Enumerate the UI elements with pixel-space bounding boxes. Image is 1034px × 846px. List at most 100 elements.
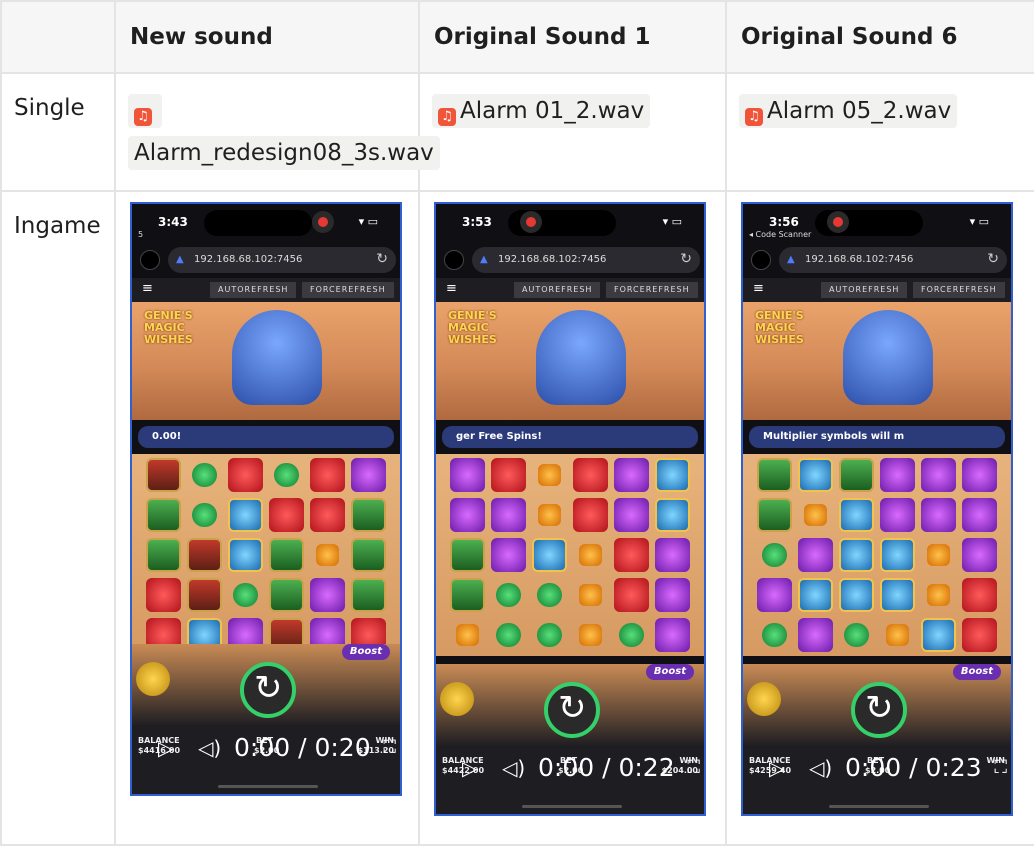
- fullscreen-icon[interactable]: ⛶: [383, 728, 396, 768]
- volume-icon[interactable]: ◁): [198, 728, 221, 768]
- reel-symbol: [579, 624, 602, 646]
- volume-icon[interactable]: ◁): [809, 748, 832, 788]
- forcerefresh-button[interactable]: FORCEREFRESH: [913, 282, 1005, 298]
- fullscreen-icon[interactable]: ⛶: [994, 748, 1007, 788]
- reel-symbol: [962, 618, 997, 652]
- reel-symbol: [573, 498, 608, 532]
- coin-icon: [440, 682, 474, 716]
- reel-symbol: [880, 578, 915, 612]
- reel-symbol: [351, 498, 386, 532]
- play-icon[interactable]: ▷: [769, 748, 784, 788]
- reel-symbol: [655, 458, 690, 492]
- reel-symbol: [927, 584, 950, 606]
- reload-icon[interactable]: ↻: [987, 251, 999, 267]
- reel-symbol: [573, 458, 608, 492]
- boost-button[interactable]: Boost: [341, 644, 390, 660]
- video-player[interactable]: 3:43 5 ▾ ▭ 192.168.68.102:7456↻ ≡ AUTOREFRESH…: [130, 202, 402, 796]
- reel-symbol: [269, 538, 304, 572]
- reel-symbol: [880, 538, 915, 572]
- reel-symbol: [579, 584, 602, 606]
- reel-symbol: [962, 538, 997, 572]
- spin-button[interactable]: [851, 682, 907, 738]
- reel-symbol: [619, 623, 644, 647]
- url-field[interactable]: 192.168.68.102:7456: [779, 247, 1007, 273]
- record-icon: [827, 211, 849, 233]
- reel-symbol: [269, 498, 304, 532]
- reel-symbol: [538, 504, 561, 526]
- wifi-battery-icon: ▾ ▭: [969, 215, 989, 228]
- video-player[interactable]: 3:56◂ Code Scanner ▾ ▭ 192.168.68.102:7456…: [741, 202, 1013, 816]
- coin-icon: [136, 662, 170, 696]
- fullscreen-icon[interactable]: ⛶: [687, 748, 700, 788]
- game-logo: GENIE'S MAGIC WISHES: [755, 309, 804, 346]
- back-button[interactable]: [140, 250, 160, 270]
- reel-symbol: [757, 578, 792, 612]
- status-extra: 5: [138, 230, 144, 239]
- reel-symbol: [798, 618, 833, 652]
- forcerefresh-button[interactable]: FORCEREFRESH: [606, 282, 698, 298]
- audio-file-name: Alarm 01_2.wav: [460, 98, 645, 124]
- audio-file-name: Alarm_redesign08_3s.wav: [134, 140, 434, 166]
- reel-symbol: [844, 623, 869, 647]
- status-bar: 3:43 5 ▾ ▭: [132, 204, 400, 244]
- reel-symbol: [351, 578, 386, 612]
- hamburger-menu-icon[interactable]: ≡: [446, 281, 457, 296]
- boost-button[interactable]: Boost: [645, 664, 694, 680]
- audio-file-icon: ♫: [134, 108, 152, 126]
- back-button[interactable]: [444, 250, 464, 270]
- reel-symbol: [316, 544, 339, 566]
- forcerefresh-button[interactable]: FORCEREFRESH: [302, 282, 394, 298]
- reel-symbol: [491, 498, 526, 532]
- reel-symbol: [921, 618, 956, 652]
- url-field[interactable]: 192.168.68.102:7456: [472, 247, 700, 273]
- reel-symbol: [310, 458, 345, 492]
- video-player[interactable]: 3:53 ▾ ▭ 192.168.68.102:7456↻ ≡ AUTOREFRESH F…: [434, 202, 706, 816]
- slot-reels: [132, 454, 400, 656]
- slot-reels: [436, 454, 704, 656]
- game-toolbar: ≡ AUTOREFRESH FORCEREFRESH: [132, 278, 400, 302]
- reel-symbol: [146, 498, 181, 532]
- message-ticker: Multiplier symbols will m: [749, 426, 1005, 448]
- home-indicator: [218, 785, 318, 788]
- comparison-table: New sound Original Sound 1 Original Soun…: [0, 0, 1034, 846]
- reel-symbol: [450, 458, 485, 492]
- audio-file-name: Alarm 05_2.wav: [767, 98, 952, 124]
- header-empty: [0, 0, 116, 74]
- audio-file-link[interactable]: ♫ Alarm 05_2.wav: [739, 94, 958, 128]
- video-time: 0:00 / 0:20: [234, 733, 371, 762]
- genie-image: [843, 310, 933, 405]
- reel-symbol: [921, 498, 956, 532]
- autorefresh-button[interactable]: AUTOREFRESH: [210, 282, 297, 298]
- play-icon[interactable]: ▷: [158, 728, 173, 768]
- game-logo: GENIE'S MAGIC WISHES: [448, 309, 497, 346]
- spin-button[interactable]: [240, 662, 296, 718]
- reel-symbol: [491, 458, 526, 492]
- audio-file-link[interactable]: ♫ Alarm_redesign08_3s.wav: [128, 94, 440, 170]
- hamburger-menu-icon[interactable]: ≡: [753, 281, 764, 296]
- spin-button[interactable]: [544, 682, 600, 738]
- autorefresh-button[interactable]: AUTOREFRESH: [514, 282, 601, 298]
- volume-icon[interactable]: ◁): [502, 748, 525, 788]
- reload-icon[interactable]: ↻: [680, 251, 692, 267]
- audio-file-link[interactable]: ♫ Alarm 01_2.wav: [432, 94, 651, 128]
- back-button[interactable]: [751, 250, 771, 270]
- hamburger-menu-icon[interactable]: ≡: [142, 281, 153, 296]
- reel-symbol: [798, 578, 833, 612]
- play-icon[interactable]: ▷: [462, 748, 477, 788]
- url-field[interactable]: 192.168.68.102:7456: [168, 247, 396, 273]
- boost-button[interactable]: Boost: [952, 664, 1001, 680]
- audio-file-icon: ♫: [745, 108, 763, 126]
- reel-symbol: [228, 458, 263, 492]
- game-banner: GENIE'S MAGIC WISHES: [743, 302, 1011, 420]
- reel-symbol: [757, 498, 792, 532]
- reload-icon[interactable]: ↻: [376, 251, 388, 267]
- home-indicator: [522, 805, 622, 808]
- autorefresh-button[interactable]: AUTOREFRESH: [821, 282, 908, 298]
- reel-symbol: [456, 624, 479, 646]
- header-original-sound-6: Original Sound 6: [725, 0, 1034, 74]
- reel-symbol: [532, 538, 567, 572]
- reel-symbol: [655, 618, 690, 652]
- reel-symbol: [614, 458, 649, 492]
- reel-symbol: [880, 458, 915, 492]
- reel-symbol: [839, 538, 874, 572]
